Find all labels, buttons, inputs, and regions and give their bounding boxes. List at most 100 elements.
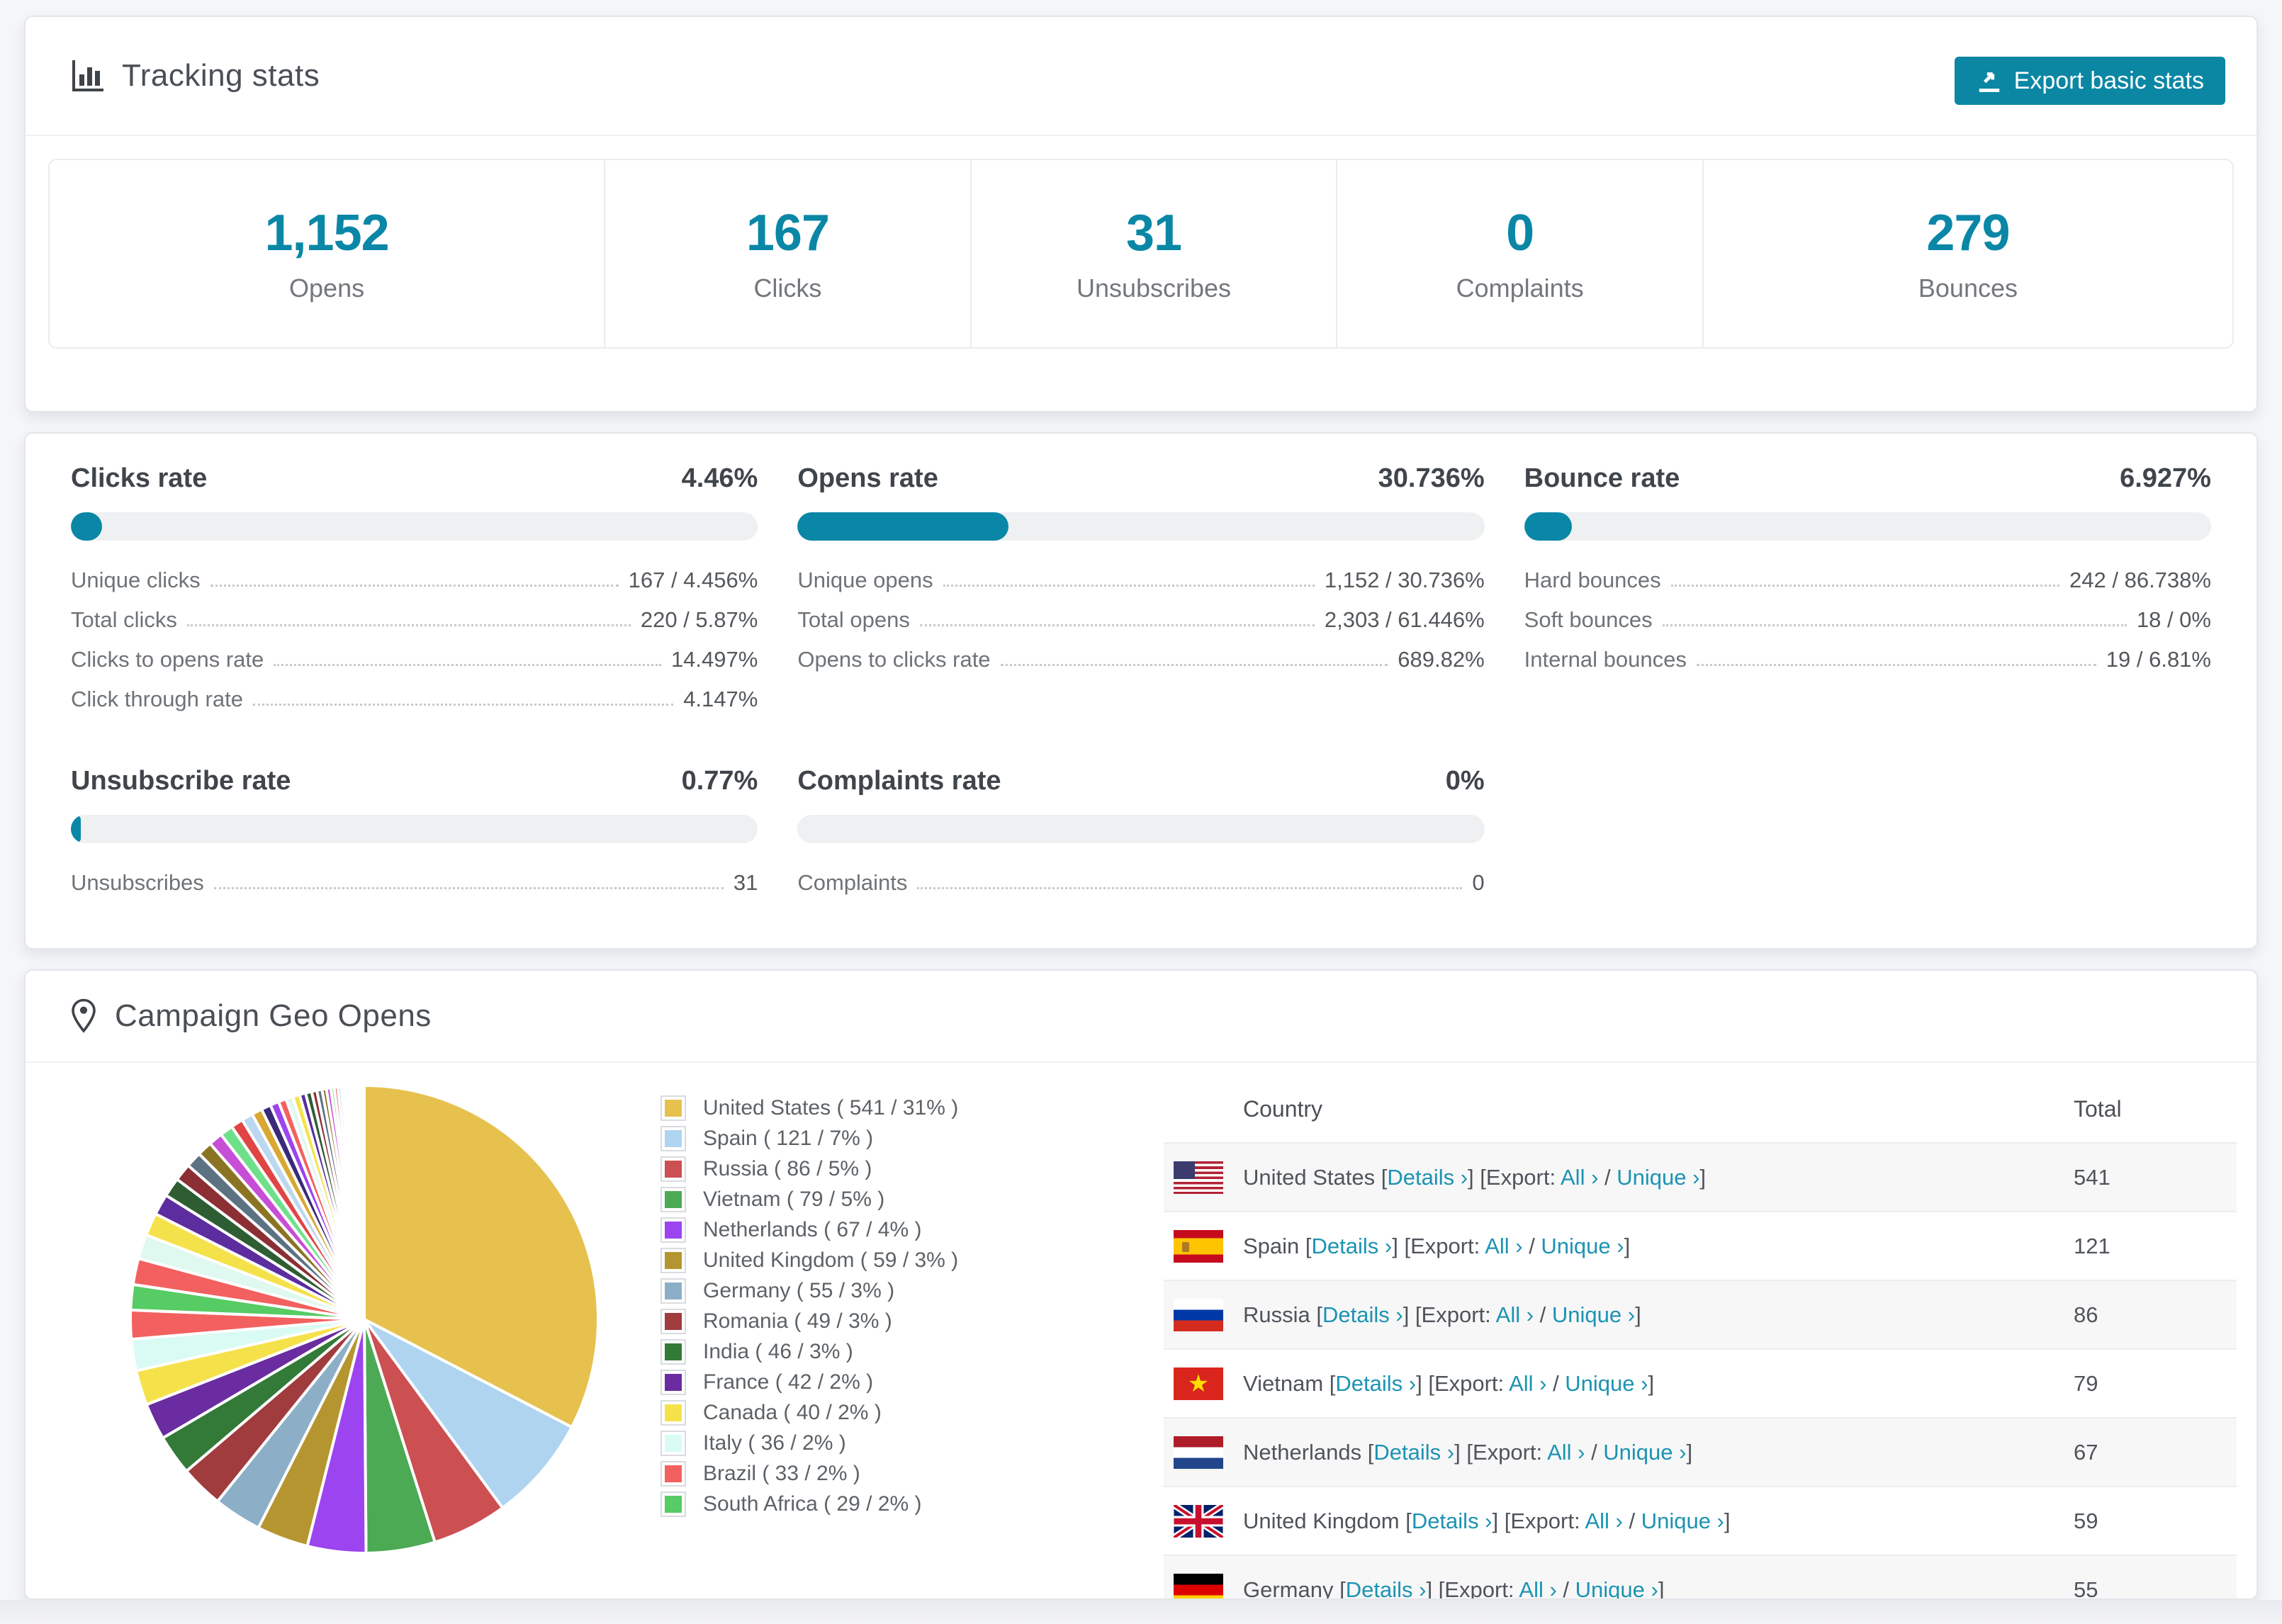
legend-swatch [661,1369,686,1395]
rate-progress-track [1524,512,2211,541]
export-all-link[interactable]: All › [1547,1440,1585,1465]
export-all-link[interactable]: All › [1519,1577,1556,1599]
stat-cell-unsubscribes: 31 Unsubscribes [972,160,1338,347]
legend-label: Spain ( 121 / 7% ) [703,1126,874,1150]
flag-icon-de [1174,1573,1223,1598]
details-link[interactable]: Details › [1312,1234,1393,1258]
export-unique-link[interactable]: Unique › [1617,1165,1699,1190]
stat-value: 31 [1125,205,1182,261]
table-row: United Kingdom [Details ›] [Export: All … [1164,1486,2237,1555]
export-unique-link[interactable]: Unique › [1641,1509,1724,1533]
legend-label: India ( 46 / 3% ) [703,1339,853,1363]
flag-star: ★ [1187,1370,1210,1397]
legend-item: Vietnam ( 79 / 5% ) [661,1184,958,1214]
legend-item: Russia ( 86 / 5% ) [661,1154,958,1184]
flag-icon-ru [1174,1298,1223,1331]
bracket: ] [ [1403,1302,1422,1327]
flag-bg [1174,1436,1223,1469]
rate-rows: Unsubscribes 31 [71,869,758,896]
export-all-link[interactable]: All › [1485,1234,1522,1258]
slash: / [1622,1508,1641,1533]
rate-block-bounce-rate: Bounce rate 6.927% Hard bounces 242 / 86.73… [1524,463,2211,725]
export-unique-link[interactable]: Unique › [1541,1234,1624,1258]
export-unique-link[interactable]: Unique › [1603,1440,1686,1465]
rate-title: Unsubscribe rate [71,766,291,796]
export-unique-link[interactable]: Unique › [1552,1302,1635,1327]
export-all-link[interactable]: All › [1496,1302,1534,1327]
export-all-link[interactable]: All › [1561,1165,1598,1190]
legend-swatch-color [665,1160,682,1178]
dotted-leader [252,704,674,706]
legend-swatch [661,1156,686,1182]
rate-row-label: Unique clicks [71,568,201,592]
legend-label: Netherlands ( 67 / 4% ) [703,1217,922,1241]
country-name: Vietnam [1243,1370,1330,1396]
rate-row-value: 2,303 / 61.446% [1324,607,1485,632]
stat-label: Complaints [1456,274,1584,303]
details-link[interactable]: Details › [1346,1577,1427,1599]
dotted-leader [186,624,631,626]
dotted-leader [274,664,661,666]
bracket: ] [ [1426,1577,1445,1600]
rate-row-label: Unique opens [797,568,933,592]
details-link[interactable]: Details › [1322,1302,1403,1327]
rates-card: Clicks rate 4.46% Unique clicks 167 / 4.456… [24,432,2258,949]
flag-canton [1174,1161,1195,1179]
details-link[interactable]: Details › [1412,1509,1493,1533]
bracket: ] [1699,1164,1707,1190]
legend-item: South Africa ( 29 / 2% ) [661,1489,958,1519]
export-prefix: Export: [1444,1577,1519,1600]
export-prefix: Export: [1434,1370,1510,1396]
legend-item: Spain ( 121 / 7% ) [661,1123,958,1154]
rate-row-label: Hard bounces [1524,568,1661,592]
export-unique-link[interactable]: Unique › [1565,1371,1648,1396]
export-basic-stats-button[interactable]: Export basic stats [1954,57,2225,105]
rate-row-label: Total opens [797,607,910,632]
bracket: [ [1339,1577,1346,1600]
export-prefix: Export: [1472,1439,1548,1465]
rate-row: Complaints 0 [797,869,1484,896]
export-all-link[interactable]: All › [1585,1509,1622,1533]
table-row: Spain [Details ›] [Export: All › / Uniqu… [1164,1211,2237,1280]
rates-grid: Clicks rate 4.46% Unique clicks 167 / 4.456… [26,434,2256,937]
bracket: ] [ [1468,1164,1486,1190]
stat-cell-complaints: 0 Complaints [1337,160,1704,347]
table-row: Russia [Details ›] [Export: All › / Uniq… [1164,1280,2237,1348]
legend-swatch [661,1125,686,1151]
stat-value: 167 [746,205,830,261]
legend-item: Brazil ( 33 / 2% ) [661,1458,958,1489]
total-cell: 121 [2074,1233,2110,1258]
export-unique-link[interactable]: Unique › [1575,1577,1658,1599]
country-cell: Russia [Details ›] [Export: All › / Uniq… [1243,1302,2074,1328]
details-link[interactable]: Details › [1373,1440,1454,1465]
bracket: ] [1648,1370,1655,1396]
geo-body: United States ( 541 / 31% ) Spain ( 121 /… [26,1063,2256,1600]
legend-item: United States ( 541 / 31% ) [661,1093,958,1123]
legend-label: United States ( 541 / 31% ) [703,1095,959,1120]
rate-value: 0% [1445,766,1485,796]
bracket: [ [1405,1508,1412,1533]
legend-swatch [661,1430,686,1456]
bracket: [ [1305,1233,1312,1258]
rate-block-clicks-rate: Clicks rate 4.46% Unique clicks 167 / 4.456… [71,463,758,725]
geo-title: Campaign Geo Opens [115,998,432,1033]
dotted-leader [917,887,1463,889]
legend-label: France ( 42 / 2% ) [703,1370,874,1394]
country-name: United Kingdom [1243,1508,1406,1533]
slash: / [1534,1302,1552,1327]
rate-row-value: 220 / 5.87% [640,607,758,632]
legend-swatch [661,1399,686,1426]
rate-row-value: 14.497% [670,647,758,672]
details-link[interactable]: Details › [1387,1165,1468,1190]
bracket: ] [1624,1233,1631,1258]
rate-row-value: 31 [733,870,758,895]
legend-item: Romania ( 49 / 3% ) [661,1306,958,1336]
export-prefix: Export: [1510,1508,1585,1533]
stat-value: 1,152 [264,205,389,261]
page-title: Tracking stats [122,58,320,93]
rate-row-label: Soft bounces [1524,607,1653,632]
export-all-link[interactable]: All › [1509,1371,1546,1396]
details-link[interactable]: Details › [1335,1371,1416,1396]
legend-swatch-color [665,1312,682,1330]
country-name: Netherlands [1243,1439,1368,1465]
